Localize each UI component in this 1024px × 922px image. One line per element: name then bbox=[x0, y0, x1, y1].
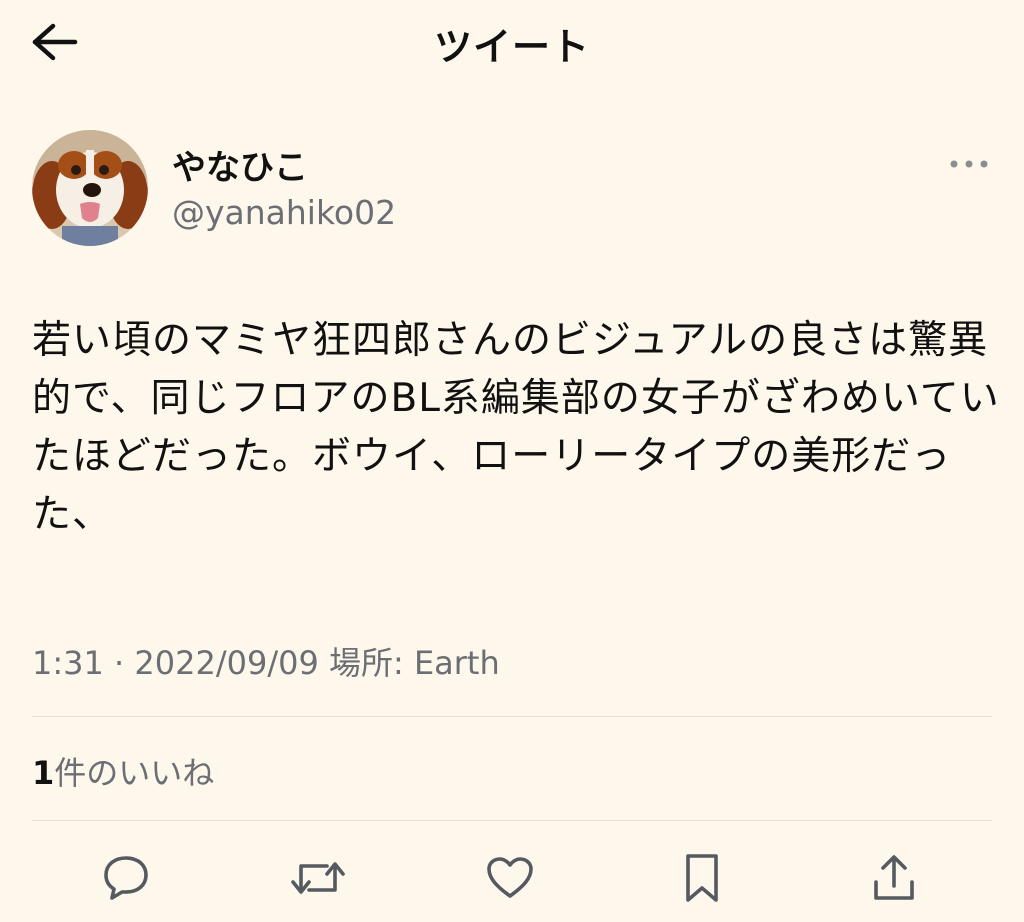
more-options-button[interactable] bbox=[944, 150, 994, 178]
heart-icon bbox=[487, 857, 533, 898]
page-title: ツイート bbox=[433, 25, 590, 69]
author-handle[interactable]: @yanahiko02 bbox=[172, 193, 396, 232]
tweet-text: 若い頃のマミヤ狂四郎さんのビジュアルの良さは驚異的で、同じフロアのBL系編集部の… bbox=[32, 318, 1000, 537]
share-icon bbox=[874, 855, 914, 900]
likes-count: 1 bbox=[32, 754, 55, 792]
bookmark-icon bbox=[686, 854, 718, 902]
divider-bottom bbox=[32, 820, 992, 821]
tweet-date[interactable]: 2022/09/09 bbox=[134, 644, 318, 682]
tweet-time[interactable]: 1:31 bbox=[32, 644, 104, 682]
likes-summary[interactable]: 1件のいいね bbox=[32, 748, 214, 794]
like-button[interactable] bbox=[480, 850, 540, 906]
reply-icon bbox=[104, 856, 148, 900]
reply-button[interactable] bbox=[96, 850, 156, 906]
author-display-name[interactable]: やなひこ bbox=[172, 140, 308, 189]
dog-avatar-image bbox=[32, 130, 148, 246]
share-button[interactable] bbox=[864, 850, 924, 906]
retweet-button[interactable] bbox=[288, 850, 348, 906]
tweet-meta: 1:31 · 2022/09/09 場所: Earth bbox=[32, 638, 500, 684]
avatar[interactable] bbox=[32, 130, 148, 246]
more-dots-icon bbox=[950, 160, 988, 168]
tweet-location: 場所: Earth bbox=[328, 644, 500, 682]
likes-label: 件のいいね bbox=[54, 754, 215, 792]
divider-top bbox=[32, 716, 992, 717]
meta-separator: · bbox=[114, 644, 125, 682]
retweet-icon bbox=[291, 862, 345, 894]
top-bar: ツイート bbox=[0, 0, 1024, 90]
bookmark-button[interactable] bbox=[672, 850, 732, 906]
